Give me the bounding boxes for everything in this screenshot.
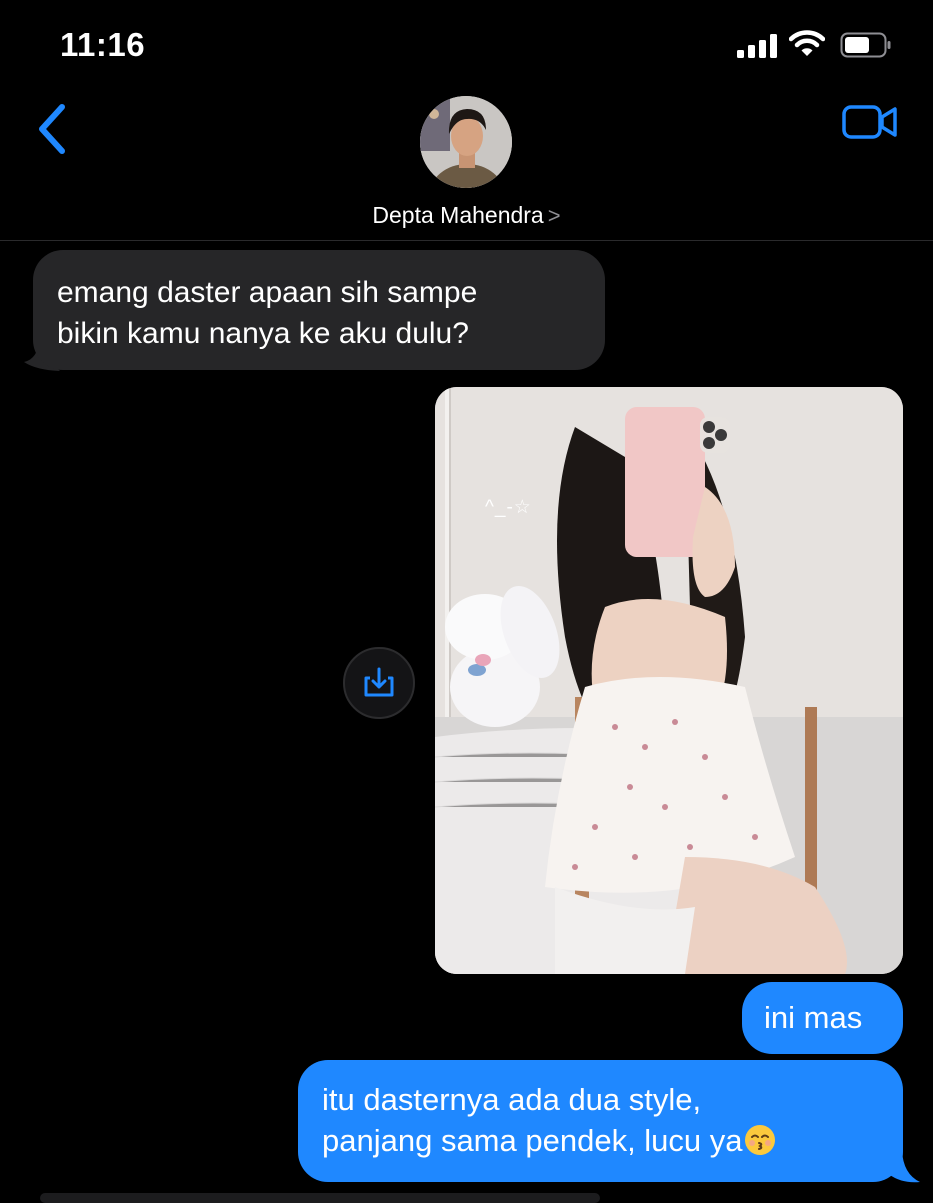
wifi-icon [789, 30, 825, 56]
message-line: panjang sama pendek, lucu ya [322, 1123, 743, 1158]
contact-name-text: Depta Mahendra [372, 202, 544, 228]
cellular-signal-icon [737, 34, 777, 58]
outgoing-bubble-tail [886, 1150, 920, 1183]
download-icon [364, 667, 394, 697]
next-message-edge [40, 1193, 600, 1203]
message-line: itu dasternya ada dua style, [322, 1082, 702, 1117]
status-bar: 11:16 [0, 0, 933, 90]
photo-attachment[interactable] [435, 387, 903, 974]
photo-overlay-text: ^_-☆ [485, 497, 532, 518]
conversation-header: Depta Mahendra > [0, 90, 933, 241]
incoming-message-bubble[interactable]: emang daster apaan sih sampe bikin kamu … [33, 250, 605, 370]
outgoing-message-bubble[interactable]: ini mas [742, 982, 903, 1054]
contact-name[interactable]: Depta Mahendra > [0, 202, 933, 229]
video-camera-icon[interactable] [840, 102, 900, 142]
kissing-face-emoji-icon [744, 1125, 775, 1155]
message-line: ini mas [764, 1000, 863, 1035]
chevron-left-icon[interactable] [34, 102, 70, 156]
chevron-right-icon: > [547, 203, 561, 228]
message-line: bikin kamu nanya ke aku dulu? [57, 317, 469, 350]
outgoing-message-bubble[interactable]: itu dasternya ada dua style, panjang sam… [298, 1060, 903, 1182]
message-line: emang daster apaan sih sampe [57, 276, 478, 309]
save-image-button[interactable] [343, 647, 415, 719]
avatar[interactable] [420, 96, 512, 188]
status-time: 11:16 [60, 26, 146, 63]
battery-icon [840, 32, 891, 58]
